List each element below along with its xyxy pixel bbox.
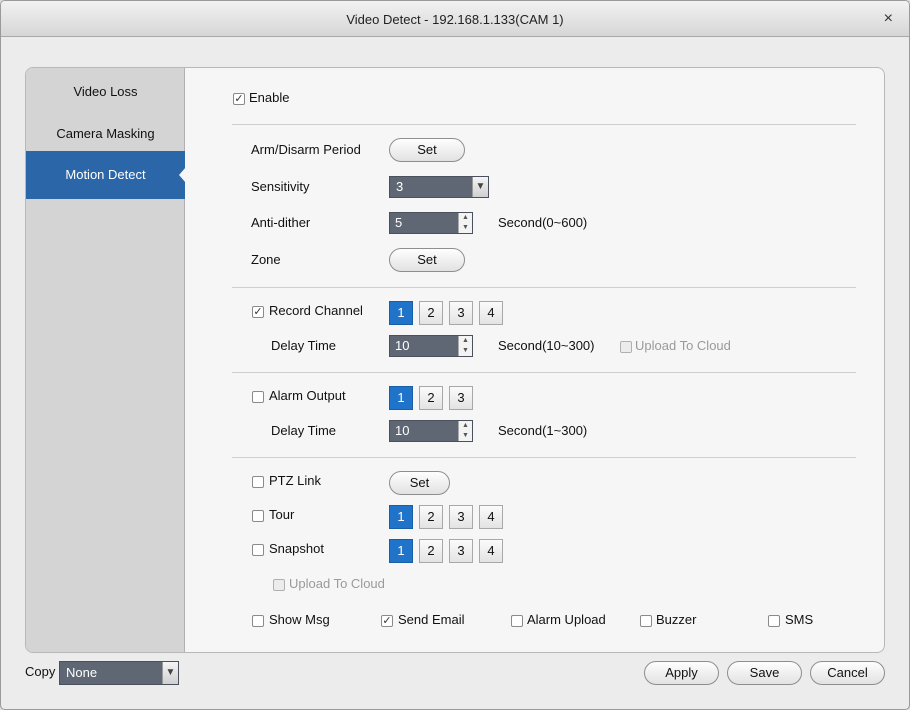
arm-disarm-label: Arm/Disarm Period [251, 142, 361, 157]
tour-checkbox[interactable] [252, 510, 264, 522]
alarm-output-2-button[interactable]: 2 [419, 386, 443, 410]
alarm-upload-checkbox[interactable] [511, 615, 523, 627]
alarm-delay-label: Delay Time [271, 423, 337, 438]
anti-dither-spinner[interactable]: 5 ▲ ▼ [389, 212, 473, 234]
window-title: Video Detect - 192.168.1.133(CAM 1) [346, 12, 564, 27]
save-button[interactable]: Save [727, 661, 802, 685]
alarm-output-label: Alarm Output [269, 388, 346, 403]
anti-dither-value: 5 [395, 215, 403, 230]
chevron-down-icon[interactable]: ▼ [162, 662, 178, 684]
snapshot-checkbox[interactable] [252, 544, 264, 556]
spin-down-icon[interactable]: ▼ [459, 223, 472, 233]
alarm-output-checkbox[interactable] [252, 391, 264, 403]
buzzer-label: Buzzer [656, 612, 697, 627]
record-channel-checkbox[interactable]: ✓ [252, 306, 264, 318]
sensitivity-label: Sensitivity [251, 179, 310, 194]
record-upload-cloud-checkbox [620, 341, 632, 353]
record-upload-cloud-label: Upload To Cloud [635, 338, 731, 353]
active-notch [179, 167, 186, 183]
alarm-delay-value: 10 [395, 423, 410, 438]
alarm-delay-spinner[interactable]: 10 ▲ ▼ [389, 420, 473, 442]
arm-disarm-set-button[interactable]: Set [389, 138, 465, 162]
apply-button[interactable]: Apply [644, 661, 719, 685]
record-channel-label: Record Channel [269, 303, 363, 318]
snapshot-1-button[interactable]: 1 [389, 539, 413, 563]
alarm-output-1-button[interactable]: 1 [389, 386, 413, 410]
send-email-checkbox[interactable]: ✓ [381, 615, 393, 627]
alarm-output-3-button[interactable]: 3 [449, 386, 473, 410]
close-icon[interactable]: × [884, 11, 893, 27]
title-bar: Video Detect - 192.168.1.133(CAM 1) × [1, 1, 909, 37]
divider [232, 124, 856, 125]
spin-up-icon[interactable]: ▲ [459, 336, 472, 346]
buzzer-checkbox[interactable] [640, 615, 652, 627]
spin-down-icon[interactable]: ▼ [459, 346, 472, 356]
spinner-buttons[interactable]: ▲ ▼ [458, 213, 472, 233]
tour-3-button[interactable]: 3 [449, 505, 473, 529]
record-channel-4-button[interactable]: 4 [479, 301, 503, 325]
spinner-buttons[interactable]: ▲ ▼ [458, 336, 472, 356]
sidebar-item-motion-detect[interactable]: Motion Detect [26, 151, 186, 199]
snapshot-upload-cloud-label: Upload To Cloud [289, 576, 385, 591]
enable-label: Enable [249, 90, 290, 105]
spin-up-icon[interactable]: ▲ [459, 421, 472, 431]
send-email-label: Send Email [398, 612, 465, 627]
record-channel-2-button[interactable]: 2 [419, 301, 443, 325]
snapshot-upload-cloud-checkbox [273, 579, 285, 591]
snapshot-3-button[interactable]: 3 [449, 539, 473, 563]
divider [232, 287, 856, 288]
spinner-buttons[interactable]: ▲ ▼ [458, 421, 472, 441]
copy-value: None [66, 665, 98, 680]
tour-1-button[interactable]: 1 [389, 505, 413, 529]
video-detect-window: Video Detect - 192.168.1.133(CAM 1) × Vi… [0, 0, 910, 710]
sidebar: Video Loss Camera Masking Motion Detect [26, 68, 186, 652]
ptz-link-set-button[interactable]: Set [389, 471, 450, 495]
spin-down-icon[interactable]: ▼ [459, 431, 472, 441]
chevron-down-icon[interactable]: ▼ [472, 177, 488, 197]
ptz-link-label: PTZ Link [269, 473, 322, 488]
alarm-delay-unit: Second(1~300) [498, 423, 588, 438]
tour-4-button[interactable]: 4 [479, 505, 503, 529]
sidebar-item-video-loss[interactable]: Video Loss [26, 68, 185, 116]
settings-panel: Video Loss Camera Masking Motion Detect … [25, 67, 885, 653]
cancel-button[interactable]: Cancel [810, 661, 885, 685]
snapshot-2-button[interactable]: 2 [419, 539, 443, 563]
record-delay-value: 10 [395, 338, 410, 353]
copy-label: Copy [25, 664, 56, 679]
zone-label: Zone [251, 252, 281, 267]
anti-dither-label: Anti-dither [251, 215, 311, 230]
enable-checkbox[interactable]: ✓ [233, 93, 245, 105]
tour-2-button[interactable]: 2 [419, 505, 443, 529]
sms-checkbox[interactable] [768, 615, 780, 627]
show-msg-label: Show Msg [269, 612, 330, 627]
tour-label: Tour [269, 507, 295, 522]
record-delay-label: Delay Time [271, 338, 337, 353]
snapshot-4-button[interactable]: 4 [479, 539, 503, 563]
snapshot-label: Snapshot [269, 541, 324, 556]
zone-set-button[interactable]: Set [389, 248, 465, 272]
alarm-upload-label: Alarm Upload [527, 612, 606, 627]
sms-label: SMS [785, 612, 814, 627]
record-delay-spinner[interactable]: 10 ▲ ▼ [389, 335, 473, 357]
divider [232, 457, 856, 458]
divider [232, 372, 856, 373]
anti-dither-unit: Second(0~600) [498, 215, 588, 230]
record-channel-1-button[interactable]: 1 [389, 301, 413, 325]
record-delay-unit: Second(10~300) [498, 338, 595, 353]
sensitivity-select[interactable]: 3 ▼ [389, 176, 489, 198]
copy-select[interactable]: None ▼ [59, 661, 179, 685]
sidebar-item-label: Motion Detect [65, 167, 146, 182]
ptz-link-checkbox[interactable] [252, 476, 264, 488]
spin-up-icon[interactable]: ▲ [459, 213, 472, 223]
record-channel-3-button[interactable]: 3 [449, 301, 473, 325]
sensitivity-value: 3 [396, 179, 404, 194]
show-msg-checkbox[interactable] [252, 615, 264, 627]
